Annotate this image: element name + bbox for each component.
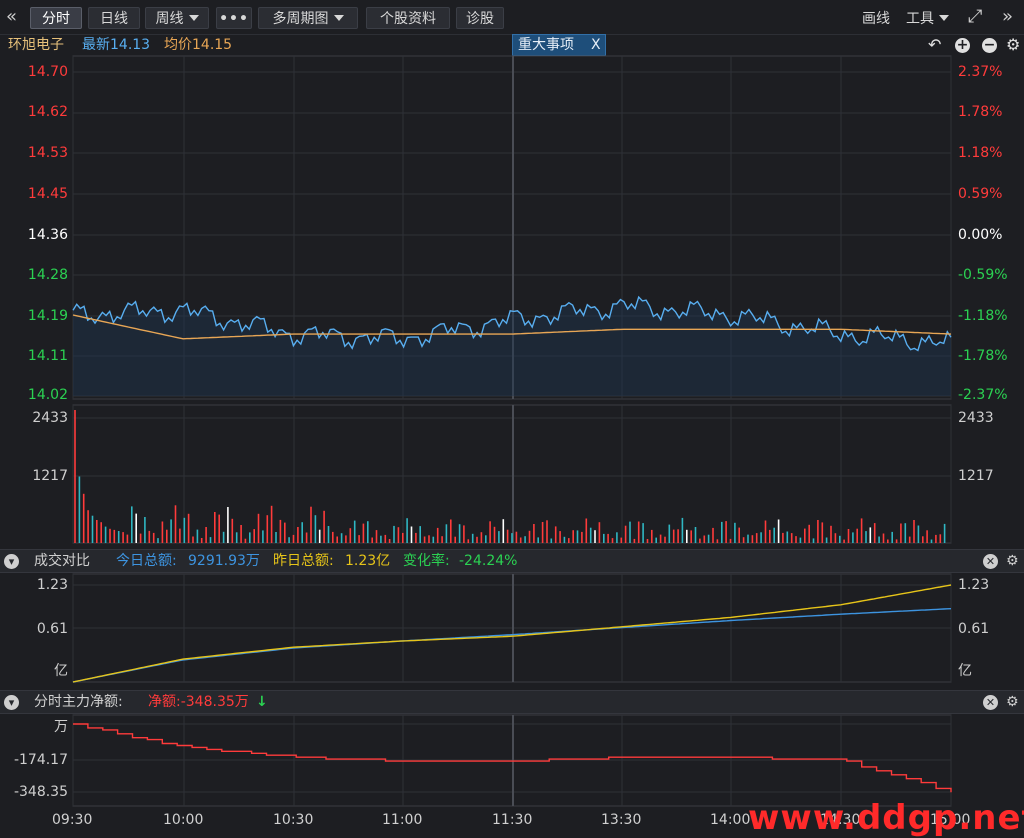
chart-canvas [72,55,952,807]
watermark: www.ddgp.net [748,798,1024,838]
price-area [73,297,951,396]
